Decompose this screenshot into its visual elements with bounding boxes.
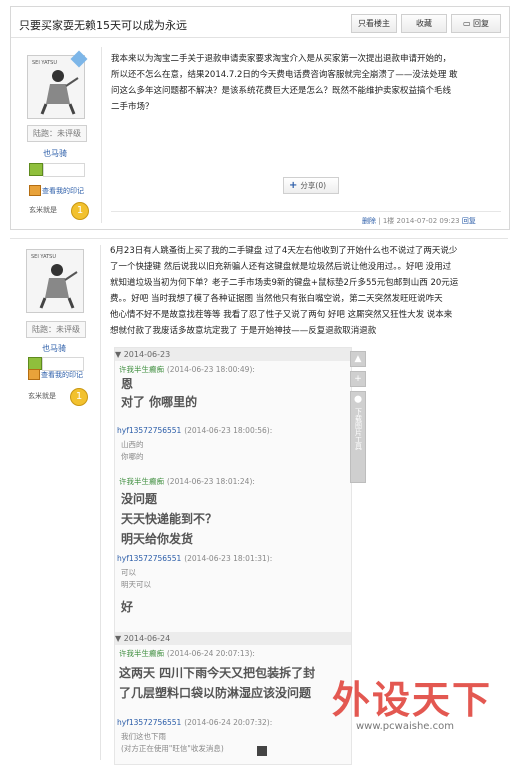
tool-label: 下载图片工具: [354, 408, 363, 450]
chat-message: 许我半生癫痴 (2014-06-24 20:07:13): 这两天 四川下雨今天…: [119, 648, 315, 703]
chat-date-bar: ▼ 2014-06-24: [115, 632, 351, 645]
post-body: 我本来以为淘宝二手关于退款申请卖家要求淘宝介入是从买家第一次提出退款申请开始的，…: [111, 51, 503, 115]
post-datetime: 2014-07-02 09:23: [396, 217, 460, 225]
chat-text: 我们这也下雨: [121, 732, 166, 741]
chat-time: (2014-06-24 20:07:32):: [184, 718, 273, 727]
favorite-button[interactable]: 收藏: [401, 14, 447, 33]
chat-sender: hyf13572756551: [117, 426, 182, 435]
reply-icon: ▭: [462, 19, 474, 28]
reply-button-label: 回复: [473, 19, 490, 28]
user-rank-badge: 陆跑：未评级: [27, 125, 87, 142]
post-line: 费。。好吧 当时我想了模了各种证据图 当然他只有张白嘴空说，第二天突然发旺旺说咋…: [110, 294, 443, 304]
star-icon: 1: [70, 388, 88, 406]
chat-sender: 许我半生癫痴: [119, 365, 164, 374]
title-divider: [11, 37, 509, 38]
level-bar: [43, 163, 85, 177]
share-button-label: 分享(0): [300, 181, 327, 190]
chat-message: hyf13572756551 (2014-06-24 20:07:32): 我们…: [117, 718, 272, 755]
column-divider: [100, 245, 101, 760]
chat-sender: 许我半生癫痴: [119, 477, 164, 486]
chat-text: 明天可以: [121, 580, 151, 589]
chat-date: 2014-06-24: [123, 634, 171, 643]
username[interactable]: 也马骑: [42, 343, 66, 354]
book-icon: [28, 369, 40, 380]
chat-message: hyf13572756551 (2014-06-23 18:00:56): 山西…: [117, 426, 272, 463]
chat-sender: hyf13572756551: [117, 554, 182, 563]
svg-text:SEI YATSU: SEI YATSU: [32, 60, 57, 66]
post-line: 6月23日有人跳蚤街上买了我的二手键盘 过了4天左右他收到了开始什么也不说过了两…: [110, 246, 458, 256]
vip-label: 玄米就是: [29, 206, 57, 214]
post-line: 问这么多年这问题都不解决？是该系统花费巨大还是怎么？既然不能维护卖家权益搞个毛线: [111, 86, 452, 96]
chat-text: 恩: [121, 377, 134, 391]
floor-reply-link[interactable]: 回复: [462, 217, 476, 225]
chat-text: 没问题: [121, 492, 158, 506]
chat-text: 好: [121, 600, 134, 614]
download-image-tool[interactable]: ⬤ 下载图片工具: [350, 391, 366, 483]
chat-date-bar: ▼ 2014-06-23: [115, 348, 351, 361]
level-medal-icon: [29, 163, 43, 176]
avatar-image: SEI YATSU: [27, 250, 83, 312]
delete-link[interactable]: 删除: [362, 217, 376, 225]
star-icon: 1: [71, 202, 89, 220]
column-divider: [101, 47, 102, 223]
microphone-icon: ⬤: [354, 395, 362, 403]
qr-icon: [257, 746, 267, 756]
chat-text: 明天给你发货: [121, 532, 194, 546]
chat-text: 你哪的: [121, 452, 144, 461]
top-post-panel: 只要买家耍无赖15天可以成为永远 只看楼主 收藏 ▭ 回复 SEI YATSU …: [10, 6, 510, 230]
post-line: 了一个快捷键 然后说我以旧充新骗人还有这键盘就是垃圾然后说让他没用过。。好吧 没…: [110, 262, 452, 272]
collapse-icon: ▼: [115, 634, 124, 643]
chat-text: 了几层塑料口袋以防淋湿应该没问题: [119, 686, 312, 700]
thread-title: 只要买家耍无赖15天可以成为永远: [19, 19, 187, 32]
chat-time: (2014-06-23 18:01:31):: [184, 554, 273, 563]
chat-message: 许我半生癫痴 (2014-06-23 18:00:49): 恩 对了 你哪里的: [119, 364, 255, 411]
chat-time: (2014-06-23 18:01:24):: [166, 477, 255, 486]
chat-sender: hyf13572756551: [117, 718, 182, 727]
chat-date: 2014-06-23: [123, 350, 171, 359]
chat-time: (2014-06-23 18:00:56):: [184, 426, 273, 435]
chat-time: (2014-06-24 20:07:13):: [166, 649, 255, 658]
chat-sender: 许我半生癫痴: [119, 649, 164, 658]
watermark-url: www.pcwaishe.com: [356, 721, 454, 732]
chat-message: 许我半生癫痴 (2014-06-23 18:01:24): 没问题 天天快递能到…: [119, 476, 255, 549]
meta-divider: [111, 211, 501, 212]
view-impression-link[interactable]: 查看我的印记: [41, 370, 83, 380]
chat-text: 天天快递能到不？: [121, 512, 218, 526]
chat-text: 这两天 四川下雨今天又把包装拆了封: [119, 666, 316, 680]
collapse-icon: ▼: [115, 350, 124, 359]
post-body: 6月23日有人跳蚤街上买了我的二手键盘 过了4天左右他收到了开始什么也不说过了两…: [110, 243, 502, 339]
reply-button[interactable]: ▭ 回复: [451, 14, 501, 33]
add-button[interactable]: +: [350, 371, 366, 387]
user-rank-badge: 陆跑：未评级: [26, 321, 86, 338]
post-line: 我本来以为淘宝二手关于退款申请卖家要求淘宝介入是从买家第一次提出退款申请开始的，: [111, 54, 452, 64]
avatar-image: SEI YATSU: [28, 56, 84, 118]
post-line: 想就付款了我废话多故意坑定我了 于是开始神技——反复退款取消退款: [110, 326, 377, 336]
scroll-up-button[interactable]: ▲: [350, 351, 366, 367]
share-button[interactable]: + 分享(0): [283, 177, 339, 194]
floor-number: 1楼: [382, 217, 395, 225]
level-bar: [42, 357, 84, 371]
chat-text: (对方正在使用"旺信"收发消息): [121, 744, 224, 753]
view-host-only-button[interactable]: 只看楼主: [351, 14, 397, 33]
post-line: 他心情不好不是故意找茬等等 我看了忍了性子又说了两句 好吧 这厮突然又狂性大发 …: [110, 310, 453, 320]
chat-message: hyf13572756551 (2014-06-23 18:01:31): 可以…: [117, 554, 272, 591]
post-line: 就知道垃圾当初为何下单？老子二手市场卖9新的键盘+鼠标垫2斤多55元包邮到山西 …: [110, 278, 459, 288]
chat-screenshot: ▼ 2014-06-23 许我半生癫痴 (2014-06-23 18:00:49…: [114, 347, 352, 765]
avatar[interactable]: SEI YATSU: [26, 249, 84, 313]
post-line: 所以还不怎么在意，结果2014.7.2日的今天费电话费咨询客服就完全崩溃了——没…: [111, 70, 458, 80]
username[interactable]: 也马骑: [43, 148, 67, 159]
chat-text: 对了 你哪里的: [121, 395, 198, 409]
view-impression-link[interactable]: 查看我的印记: [42, 186, 84, 196]
post-line: 二手市场？: [111, 102, 154, 112]
svg-text:SEI YATSU: SEI YATSU: [31, 254, 56, 260]
chat-time: (2014-06-23 18:00:49):: [166, 365, 255, 374]
post-meta: 删除 | 1楼 2014-07-02 09:23 回复: [362, 216, 476, 226]
chat-text: 山西的: [121, 440, 144, 449]
book-icon: [29, 185, 41, 196]
second-post-panel: SEI YATSU 陆跑：未评级 也马骑 查看我的印记 玄米就是 1 6月23日…: [10, 238, 508, 765]
watermark-logo: 外设天下: [332, 678, 493, 722]
chat-text: 可以: [121, 568, 136, 577]
vip-label: 玄米就是: [28, 392, 56, 400]
share-plus-icon: +: [289, 180, 298, 191]
